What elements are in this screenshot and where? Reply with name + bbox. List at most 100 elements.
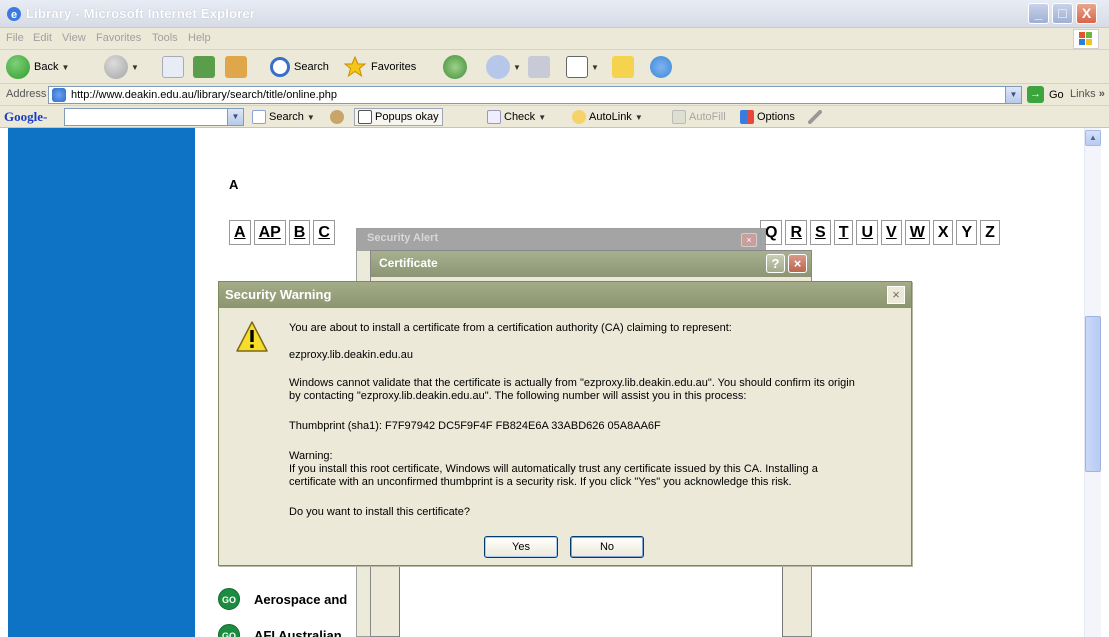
certificate-help-button[interactable]: ? [766, 254, 785, 273]
list-item[interactable]: GO AFI Australian [218, 624, 342, 637]
maximize-button[interactable]: □ [1052, 3, 1073, 24]
menu-view[interactable]: View [62, 32, 86, 44]
stop-button[interactable] [162, 54, 184, 80]
back-dropdown-icon[interactable]: ▼ [61, 63, 69, 72]
minimize-icon: _ [1034, 5, 1043, 21]
menu-tools[interactable]: Tools [152, 32, 178, 44]
menu-edit[interactable]: Edit [33, 32, 52, 44]
autofill-icon [672, 110, 686, 124]
warning-text-question: Do you want to install this certificate? [289, 506, 470, 518]
windows-logo-icon [1073, 29, 1099, 49]
menu-file[interactable]: File [6, 32, 24, 44]
list-item[interactable]: GO Aerospace and [218, 588, 347, 610]
az-link-b[interactable]: B [288, 220, 311, 245]
address-label: Address [6, 88, 47, 100]
az-link-t[interactable]: T [833, 220, 854, 245]
az-link-s[interactable]: S [810, 220, 831, 245]
print-icon [528, 56, 550, 78]
highlight-button[interactable] [808, 110, 825, 124]
security-alert-close-icon[interactable]: × [741, 233, 757, 247]
back-button[interactable]: Back ▼ [6, 54, 69, 80]
print-button[interactable] [528, 54, 550, 80]
az-link-c[interactable]: C [313, 220, 335, 245]
popups-okay-button[interactable]: Popups okay [354, 108, 443, 126]
az-link-a[interactable]: A [229, 220, 251, 245]
minimize-button[interactable]: _ [1028, 3, 1049, 24]
ie-logo-icon: e [7, 7, 21, 21]
discuss-button[interactable] [612, 54, 634, 80]
google-logo[interactable]: Google- [4, 109, 47, 125]
warning-text-intro: You are about to install a certificate f… [289, 322, 732, 334]
resource-title[interactable]: AFI Australian [254, 628, 342, 637]
az-link-z[interactable]: Z [980, 220, 1000, 245]
stop-icon [162, 56, 184, 78]
autolink-button[interactable]: AutoLink ▼ [572, 110, 643, 124]
mail-button[interactable]: ▼ [486, 54, 521, 80]
pagerank-button[interactable] [330, 110, 347, 124]
forward-dropdown-icon[interactable]: ▼ [131, 63, 139, 72]
search-button[interactable]: Search [270, 54, 329, 80]
go-button[interactable]: → Go [1027, 86, 1064, 103]
address-dropdown-icon[interactable]: ▼ [1005, 87, 1021, 103]
options-button[interactable]: Options [740, 110, 795, 124]
popup-icon [358, 110, 372, 124]
go-badge-icon[interactable]: GO [218, 624, 240, 637]
autolink-arrow-icon[interactable]: ▼ [635, 113, 643, 122]
note-icon [612, 56, 634, 78]
autofill-button[interactable]: AutoFill [672, 110, 726, 124]
yes-button[interactable]: Yes [484, 536, 558, 558]
az-link-w[interactable]: W [904, 220, 930, 245]
google-search-input[interactable]: ▼ [64, 108, 244, 126]
google-search-button[interactable]: Search ▼ [252, 110, 315, 124]
mail-dropdown-icon[interactable]: ▼ [513, 63, 521, 72]
spellcheck-icon [487, 110, 501, 124]
google-logo-suffix: - [43, 109, 48, 124]
left-nav-band [8, 128, 195, 637]
google-search-arrow-icon[interactable]: ▼ [307, 113, 315, 122]
svg-text:e: e [11, 9, 17, 21]
go-badge-icon[interactable]: GO [218, 588, 240, 610]
az-link-u[interactable]: U [856, 220, 879, 245]
no-button[interactable]: No [570, 536, 644, 558]
edit-button[interactable]: ▼ [566, 54, 599, 80]
scrollbar-thumb[interactable] [1085, 316, 1101, 472]
home-icon [225, 56, 247, 78]
scroll-up-icon[interactable]: ▲ [1085, 130, 1101, 146]
security-warning-close-icon[interactable]: × [887, 286, 905, 304]
links-button[interactable]: Links » [1070, 88, 1105, 100]
home-button[interactable] [225, 54, 247, 80]
options-label: Options [757, 111, 795, 123]
az-link-x[interactable]: X [932, 220, 954, 245]
links-label: Links [1070, 88, 1096, 100]
az-link-r[interactable]: R [785, 220, 808, 245]
check-label: Check [504, 111, 536, 123]
address-input[interactable]: http://www.deakin.edu.au/library/search/… [48, 86, 1022, 104]
go-arrow-icon: → [1027, 86, 1044, 103]
forward-button[interactable]: ▼ [104, 54, 139, 80]
menu-help[interactable]: Help [188, 32, 211, 44]
messenger-button[interactable] [650, 54, 672, 80]
edit-dropdown-icon[interactable]: ▼ [591, 63, 599, 72]
az-link-y[interactable]: Y [956, 220, 978, 245]
maximize-icon: □ [1058, 5, 1067, 21]
standard-toolbar: Back ▼ ▼ Search Favorites ▼ ▼ [0, 50, 1109, 84]
window-titlebar: e Library - Microsoft Internet Explorer … [0, 0, 1109, 28]
az-index-left: A AP B C [229, 220, 338, 245]
refresh-button[interactable] [193, 54, 215, 80]
az-link-ap[interactable]: AP [253, 220, 286, 245]
google-search-dropdown-icon[interactable]: ▼ [227, 109, 243, 125]
security-warning-dialog: Security Warning × You are about to inst… [218, 281, 912, 566]
az-link-v[interactable]: V [881, 220, 902, 245]
security-warning-titlebar: Security Warning × [219, 282, 911, 308]
check-arrow-icon[interactable]: ▼ [538, 113, 546, 122]
certificate-close-icon[interactable]: × [788, 254, 807, 273]
close-window-button[interactable]: X [1076, 3, 1097, 24]
page-scrollbar[interactable]: ▲ [1084, 128, 1101, 637]
resource-title[interactable]: Aerospace and [254, 592, 347, 607]
favorites-button[interactable]: Favorites [343, 54, 416, 80]
spellcheck-button[interactable]: Check ▼ [487, 110, 546, 124]
history-button[interactable] [443, 54, 467, 80]
google-g-icon [252, 110, 266, 124]
az-index-right: Q R S T U V W X Y Z [760, 220, 1003, 245]
menu-favorites[interactable]: Favorites [96, 32, 141, 44]
